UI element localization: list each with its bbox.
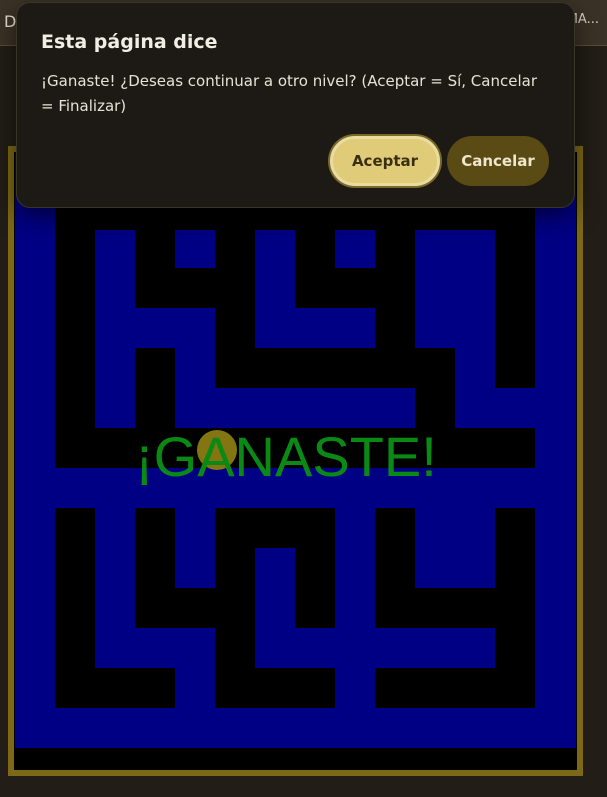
dialog-title: Esta página dice [41, 31, 218, 53]
win-message: ¡GANASTE! [135, 425, 437, 488]
cancel-button-label: Cancelar [461, 152, 535, 170]
maze-bottom-strip [15, 748, 576, 769]
maze-game-area: ¡GANASTE! [15, 153, 576, 769]
accept-button-label: Aceptar [351, 152, 419, 170]
accept-button[interactable]: Aceptar [330, 136, 440, 186]
browser-tab-left[interactable]: D [4, 12, 16, 31]
alert-dialog: Esta página dice ¡Ganaste! ¿Deseas conti… [16, 2, 575, 208]
cancel-button[interactable]: Cancelar [447, 136, 549, 186]
dialog-message: ¡Ganaste! ¿Deseas continuar a otro nivel… [41, 72, 537, 115]
